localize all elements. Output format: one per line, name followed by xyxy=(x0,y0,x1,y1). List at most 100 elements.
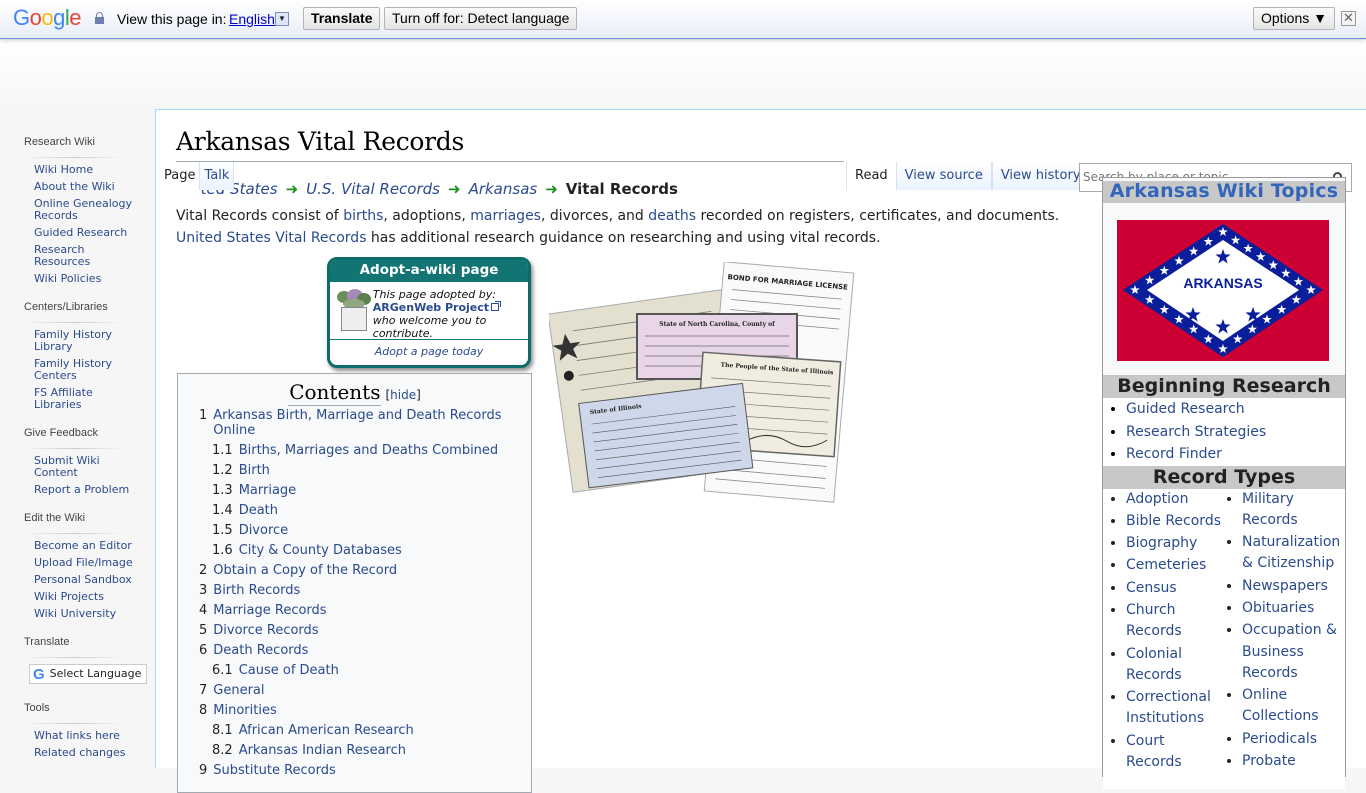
toc-link[interactable]: Minorities xyxy=(213,703,276,718)
toc-link[interactable]: Cause of Death xyxy=(239,663,339,678)
toc-link[interactable]: Divorce xyxy=(239,523,288,538)
view-page-in-label: View this page in: xyxy=(117,11,227,27)
sidebar-item[interactable]: Upload File/Image xyxy=(34,556,133,569)
record-type-link[interactable]: Periodicals xyxy=(1242,731,1317,747)
toc-link[interactable]: Divorce Records xyxy=(213,623,318,638)
sidebar-item[interactable]: Wiki University xyxy=(34,607,116,620)
record-type-item: Online Collections xyxy=(1242,685,1345,728)
content-area: Arkansas Vital Records United States➜U.S… xyxy=(155,109,1366,793)
toc-link[interactable]: Arkansas Indian Research xyxy=(239,743,406,758)
record-type-link[interactable]: Cemeteries xyxy=(1126,557,1206,573)
us-vital-records-link[interactable]: United States Vital Records xyxy=(176,230,366,246)
sidebar-item[interactable]: FS Affiliate Libraries xyxy=(34,386,93,411)
record-type-link[interactable]: Occupation & Business Records xyxy=(1242,622,1337,681)
toc-link[interactable]: Obtain a Copy of the Record xyxy=(213,563,397,578)
tab-talk[interactable]: Talk xyxy=(199,162,235,190)
infobox-link[interactable]: Research Strategies xyxy=(1126,424,1266,440)
adopt-text: This page adopted by: ARGenWeb Project w… xyxy=(373,282,528,340)
toc-link[interactable]: Death xyxy=(239,503,278,518)
toc-link[interactable]: Marriage Records xyxy=(213,603,326,618)
select-language-dropdown[interactable]: G Select Language xyxy=(29,664,147,684)
sidebar-item[interactable]: About the Wiki xyxy=(34,180,115,193)
divider xyxy=(24,157,124,158)
text: ] xyxy=(416,388,421,402)
toc-number: 1.1 xyxy=(212,443,233,458)
divider xyxy=(24,448,124,449)
toc-number: 7 xyxy=(199,683,208,698)
record-type-link[interactable]: Probate xyxy=(1242,753,1296,769)
arrow-right-icon: ➜ xyxy=(447,180,461,198)
sidebar-item[interactable]: Wiki Projects xyxy=(34,590,104,603)
record-type-link[interactable]: Census xyxy=(1126,580,1177,596)
breadcrumb: United States➜U.S. Vital Records➜Arkansa… xyxy=(176,180,678,198)
toc-hide-link[interactable]: hide xyxy=(390,388,416,402)
sidebar-item[interactable]: Family History Centers xyxy=(34,357,112,382)
record-type-link[interactable]: Correctional Institutions xyxy=(1126,689,1211,726)
toc-item: 7 General xyxy=(178,683,531,698)
toc-link[interactable]: Substitute Records xyxy=(213,763,335,778)
record-type-link[interactable]: Obituaries xyxy=(1242,600,1314,616)
close-icon[interactable]: ✕ xyxy=(1341,11,1356,26)
record-type-link[interactable]: Military Records xyxy=(1242,491,1298,528)
language-dropdown-icon[interactable]: ▼ xyxy=(275,12,289,26)
record-type-item: Church Records xyxy=(1126,600,1222,643)
sidebar-item[interactable]: Wiki Policies xyxy=(34,272,101,285)
toc-link[interactable]: Marriage xyxy=(239,483,296,498)
beginning-research-list: Guided Research Research Strategies Reco… xyxy=(1103,398,1345,466)
toc-link[interactable]: General xyxy=(213,683,264,698)
record-type-link[interactable]: Online Collections xyxy=(1242,687,1319,724)
toc-number: 8 xyxy=(199,703,208,718)
sidebar-item[interactable]: Online Genealogy Records xyxy=(34,197,132,222)
toc-item: 1.3 Marriage xyxy=(178,483,531,498)
toc-link[interactable]: Births, Marriages and Deaths Combined xyxy=(239,443,498,458)
breadcrumb-link[interactable]: Arkansas xyxy=(469,180,538,198)
record-type-link[interactable]: Church Records xyxy=(1126,602,1182,639)
arkansas-flag: ARKANSAS xyxy=(1103,203,1345,375)
language-link[interactable]: English xyxy=(229,11,275,27)
options-button[interactable]: Options ▼ xyxy=(1253,7,1335,30)
text: , adoptions, xyxy=(383,208,471,224)
infobox-link[interactable]: Guided Research xyxy=(1126,401,1245,417)
adopt-page-link[interactable]: Adopt a page today xyxy=(375,345,484,358)
toc-item: 9 Substitute Records xyxy=(178,763,531,778)
record-type-link[interactable]: Naturalization & Citizenship xyxy=(1242,534,1340,571)
deaths-link[interactable]: deaths xyxy=(648,208,696,224)
record-type-link[interactable]: Biography xyxy=(1126,535,1197,551)
infobox-link[interactable]: Record Finder xyxy=(1126,446,1222,462)
sidebar-item[interactable]: Become an Editor xyxy=(34,539,132,552)
births-link[interactable]: births xyxy=(343,208,383,224)
sidebar-item[interactable]: Wiki Home xyxy=(34,163,93,176)
toc-link[interactable]: City & County Databases xyxy=(239,543,402,558)
sidebar-item[interactable]: Personal Sandbox xyxy=(34,573,132,586)
logo-letter: g xyxy=(53,5,65,30)
marriages-link[interactable]: marriages xyxy=(470,208,541,224)
toc-link[interactable]: Birth Records xyxy=(213,583,300,598)
toc-number: 1.6 xyxy=(212,543,233,558)
sidebar-item[interactable]: Guided Research xyxy=(34,226,127,239)
sidebar-item[interactable]: Family History Library xyxy=(34,328,112,353)
sidebar-item[interactable]: Report a Problem xyxy=(34,483,129,496)
translate-button[interactable]: Translate xyxy=(303,7,381,30)
record-type-link[interactable]: Colonial Records xyxy=(1126,646,1182,683)
sidebar-item[interactable]: What links here xyxy=(34,729,120,742)
record-type-link[interactable]: Adoption xyxy=(1126,491,1189,507)
tab-view-history[interactable]: View history xyxy=(991,162,1090,190)
toc-link[interactable]: African American Research xyxy=(239,723,414,738)
toc-link[interactable]: Death Records xyxy=(213,643,308,658)
toc-item: 3 Birth Records xyxy=(178,583,531,598)
record-type-link[interactable]: Court Records xyxy=(1126,733,1182,770)
sidebar-item[interactable]: Research Resources xyxy=(34,243,90,268)
tab-view-source[interactable]: View source xyxy=(895,162,992,190)
record-type-link[interactable]: Bible Records xyxy=(1126,513,1221,529)
tab-read[interactable]: Read xyxy=(846,162,896,190)
toc-link[interactable]: Birth xyxy=(239,463,270,478)
record-type-link[interactable]: Newspapers xyxy=(1242,578,1328,594)
sidebar-item[interactable]: Submit Wiki Content xyxy=(34,454,100,479)
tab-page[interactable]: Page xyxy=(160,162,200,190)
sidebar-item[interactable]: Related changes xyxy=(34,746,126,759)
toc-link[interactable]: Arkansas Birth, Marriage and Death Recor… xyxy=(213,408,531,438)
breadcrumb-link[interactable]: U.S. Vital Records xyxy=(306,180,440,198)
argenweb-link[interactable]: ARGenWeb Project xyxy=(373,301,502,314)
toc-number: 6 xyxy=(199,643,208,658)
turn-off-button[interactable]: Turn off for: Detect language xyxy=(384,7,578,30)
